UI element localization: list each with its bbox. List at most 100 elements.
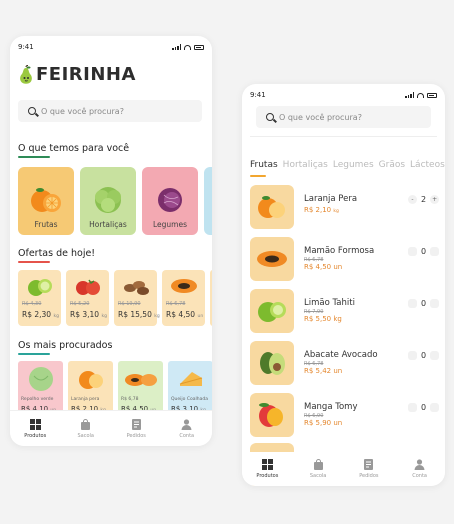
search-icon	[266, 113, 274, 121]
decrement-button[interactable]: -	[408, 195, 417, 204]
category-card-hortalicas[interactable]: Hortaliças	[80, 167, 136, 235]
lime-icon	[27, 279, 52, 296]
quantity-value: 0	[421, 351, 427, 360]
status-time: 9:41	[250, 91, 266, 99]
tab-lacteos[interactable]: Lácteos	[410, 160, 445, 170]
section-underline	[18, 261, 50, 263]
section-underline	[18, 156, 50, 158]
product-name: Mamão Formosa	[304, 246, 375, 256]
offer-old-price: R$ 4,30	[22, 301, 42, 307]
category-tabs: Frutas Hortaliças Legumes Grãos Lácteos	[250, 160, 445, 170]
offer-card[interactable]: R$ 4,30 R$ 2,30 kg	[18, 270, 61, 326]
tab-sacola[interactable]: Sacola	[64, 418, 108, 439]
offer-price: R$ 4,50 un	[166, 310, 204, 319]
products-screen: 9:41 O que você procura? Frutas Hortaliç…	[242, 84, 445, 486]
product-thumb	[250, 185, 294, 229]
tab-produtos[interactable]: Produtos	[13, 418, 57, 439]
red-cabbage-icon	[158, 188, 182, 212]
receipt-icon	[131, 418, 141, 430]
decrement-button[interactable]	[408, 351, 417, 360]
offer-card[interactable]: R$ 19,90 R$ 15,50 kg	[114, 270, 160, 326]
quantity-stepper: 0	[408, 351, 440, 360]
product-row[interactable]: Abacate Avocado R$ 6,78 R$ 5,42 un 0	[250, 341, 440, 385]
lettuce-icon	[95, 187, 121, 213]
tab-pedidos[interactable]: Pedidos	[347, 459, 391, 479]
wifi-icon	[417, 92, 424, 98]
product-name: Manga Tomy	[304, 402, 358, 412]
tab-conta[interactable]: Conta	[165, 418, 209, 439]
receipt-icon	[364, 459, 374, 470]
offer-old-price: R$ 5,20	[70, 301, 90, 307]
tab-graos[interactable]: Grãos	[379, 160, 405, 170]
tab-pedidos[interactable]: Pedidos	[114, 418, 158, 439]
grid-icon	[29, 418, 41, 430]
popular-card[interactable]: Laranja pera R$ 2,10 kg	[68, 361, 113, 417]
offer-price: R$ 3,10 kg	[70, 310, 107, 319]
section-title-categories: O que temos para você	[18, 143, 130, 154]
increment-button[interactable]	[430, 247, 440, 256]
papaya-icon	[124, 374, 157, 386]
category-card-partial[interactable]: L	[204, 167, 212, 235]
quantity-stepper: 0	[408, 403, 440, 412]
tab-legumes[interactable]: Legumes	[333, 160, 374, 170]
quantity-stepper: - 2 +	[408, 195, 440, 204]
popular-card[interactable]: Repolho verde R$ 4,10 un	[18, 361, 63, 417]
grid-icon	[261, 459, 273, 470]
increment-button[interactable]	[430, 351, 440, 360]
product-price: R$ 5,50 kg	[304, 315, 342, 323]
quantity-stepper: 0	[408, 299, 440, 308]
category-card-legumes[interactable]: Legumes	[142, 167, 198, 235]
product-row[interactable]: Manga Tomy R$ 6,90 R$ 5,90 un 0	[250, 393, 440, 437]
orange-icon	[78, 371, 103, 389]
offer-card-partial[interactable]	[210, 270, 212, 326]
popular-desc: R$ 6,78	[121, 397, 139, 402]
section-title-offers: Ofertas de hoje!	[18, 248, 96, 259]
quantity-value: 0	[421, 299, 427, 308]
cheese-icon	[179, 372, 202, 386]
tab-produtos[interactable]: Produtos	[245, 459, 289, 479]
tab-hortalicas[interactable]: Hortaliças	[283, 160, 328, 170]
product-row[interactable]: Limão Tahiti R$ 7,90 R$ 5,50 kg 0	[250, 289, 440, 333]
increment-button[interactable]: +	[430, 195, 440, 204]
section-title-popular: Os mais procurados	[18, 340, 113, 351]
decrement-button[interactable]	[408, 299, 417, 308]
battery-icon	[427, 92, 437, 98]
search-input[interactable]: O que você procura?	[256, 106, 431, 128]
status-time: 9:41	[18, 43, 34, 51]
offer-price: R$ 2,30 kg	[22, 310, 59, 319]
search-icon	[28, 107, 36, 115]
offer-card[interactable]: R$ 6,78 R$ 4,50 un	[162, 270, 205, 326]
pear-icon	[20, 64, 32, 84]
category-card-frutas[interactable]: Frutas	[18, 167, 74, 235]
signal-icon	[405, 92, 414, 98]
product-thumb	[250, 393, 294, 437]
decrement-button[interactable]	[408, 403, 417, 412]
product-row[interactable]: Laranja Pera R$ 2,10 kg - 2 +	[250, 185, 440, 229]
increment-button[interactable]	[430, 403, 440, 412]
product-price: R$ 5,42 un	[304, 367, 343, 375]
tab-conta[interactable]: Conta	[398, 459, 442, 479]
tab-sacola[interactable]: Sacola	[296, 459, 340, 479]
tab-frutas[interactable]: Frutas	[250, 160, 278, 170]
offer-old-price: R$ 6,78	[166, 301, 186, 307]
home-screen: 9:41 FEIRINHA O que você procura? O que …	[10, 36, 212, 446]
avocado-icon	[260, 352, 285, 375]
offer-card[interactable]: R$ 5,20 R$ 3,10 kg	[66, 270, 109, 326]
papaya-icon	[257, 251, 287, 267]
search-input[interactable]: O que você procura?	[18, 100, 202, 122]
orange-icon	[31, 188, 61, 212]
product-price: R$ 4,50 un	[304, 263, 343, 271]
decrement-button[interactable]	[408, 247, 417, 256]
popular-desc: Queijo Coalhada	[171, 397, 208, 402]
popular-card[interactable]: R$ 6,78 R$ 4,50 un	[118, 361, 163, 417]
product-name: Abacate Avocado	[304, 350, 378, 360]
product-thumb	[250, 341, 294, 385]
quantity-value: 2	[421, 195, 427, 204]
search-placeholder: O que você procura?	[279, 112, 362, 122]
product-row[interactable]: Mamão Formosa R$ 6,78 R$ 4,50 un 0	[250, 237, 440, 281]
increment-button[interactable]	[430, 299, 440, 308]
divider	[250, 136, 437, 137]
popular-card[interactable]: Queijo Coalhada R$ 3,10 kg	[168, 361, 212, 417]
section-underline	[18, 353, 50, 355]
bag-icon	[81, 418, 91, 430]
